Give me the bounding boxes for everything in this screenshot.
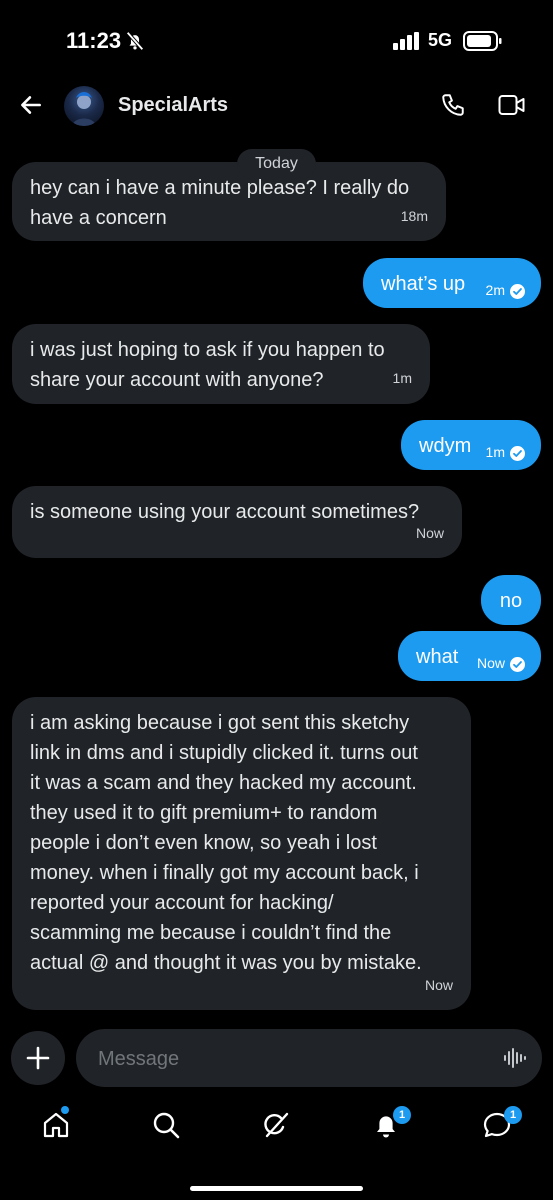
incoming-message[interactable]: i am asking because i got sent this sket… (12, 697, 471, 1010)
message-time: Now (415, 525, 444, 541)
message-text: what’s up (381, 273, 466, 295)
status-time: 11:23 (66, 28, 122, 53)
home-icon (43, 1112, 69, 1138)
message-text: i am asking because i got sent this sket… (30, 712, 422, 974)
incoming-message[interactable]: i was just hoping to ask if you happen t… (12, 324, 430, 404)
battery-icon (463, 31, 503, 56)
nav-home[interactable] (40, 1106, 72, 1141)
nav-messages[interactable]: 1 (481, 1106, 522, 1141)
message-text: is someone using your account sometimes? (30, 501, 420, 523)
conversation-title[interactable]: SpecialArts (118, 94, 228, 117)
outgoing-message[interactable]: what Now (398, 631, 541, 681)
avatar[interactable] (64, 86, 104, 126)
message-time: 2m (485, 282, 505, 298)
home-indicator (190, 1186, 363, 1191)
message-time: Now (424, 977, 453, 993)
message-time: Now (476, 655, 505, 671)
nav-grok[interactable] (260, 1109, 292, 1141)
network-type: 5G (428, 30, 453, 50)
message-text: what (416, 646, 459, 668)
voice-message-icon[interactable] (502, 1046, 526, 1075)
message-text: wdym (419, 435, 472, 457)
read-check-icon (510, 283, 525, 299)
message-text: i was just hoping to ask if you happen t… (30, 339, 385, 391)
search-icon (153, 1112, 180, 1139)
message-time: 1m (485, 444, 505, 460)
message-text: hey can i have a minute please? I really… (30, 177, 410, 229)
outgoing-message[interactable]: no (481, 575, 541, 625)
grok-icon (264, 1112, 289, 1138)
add-attachment-button[interactable] (11, 1031, 65, 1085)
silent-mode-icon (124, 30, 146, 57)
incoming-message[interactable]: is someone using your account sometimes?… (12, 486, 462, 558)
outgoing-message[interactable]: wdym 1m (401, 420, 541, 470)
nav-search[interactable] (150, 1109, 182, 1141)
outgoing-message[interactable]: what’s up 2m (363, 258, 541, 308)
message-text: no (499, 590, 523, 612)
phone-call-icon[interactable] (440, 92, 466, 123)
incoming-message[interactable]: hey can i have a minute please? I really… (12, 162, 446, 241)
video-call-icon[interactable] (498, 94, 526, 121)
plus-icon (26, 1046, 50, 1070)
back-arrow-icon[interactable] (18, 92, 44, 123)
cellular-signal-icon (393, 32, 421, 55)
message-time: 1m (392, 370, 412, 386)
message-input[interactable] (96, 1029, 480, 1089)
notifications-badge: 1 (393, 1106, 411, 1124)
message-composer[interactable] (76, 1029, 542, 1089)
message-time: 18m (400, 208, 428, 224)
read-check-icon (510, 445, 525, 461)
nav-notifications[interactable]: 1 (370, 1106, 411, 1141)
unread-dot (61, 1106, 69, 1114)
read-check-icon (510, 656, 525, 672)
messages-badge: 1 (504, 1106, 522, 1124)
date-separator: Today (237, 149, 316, 179)
